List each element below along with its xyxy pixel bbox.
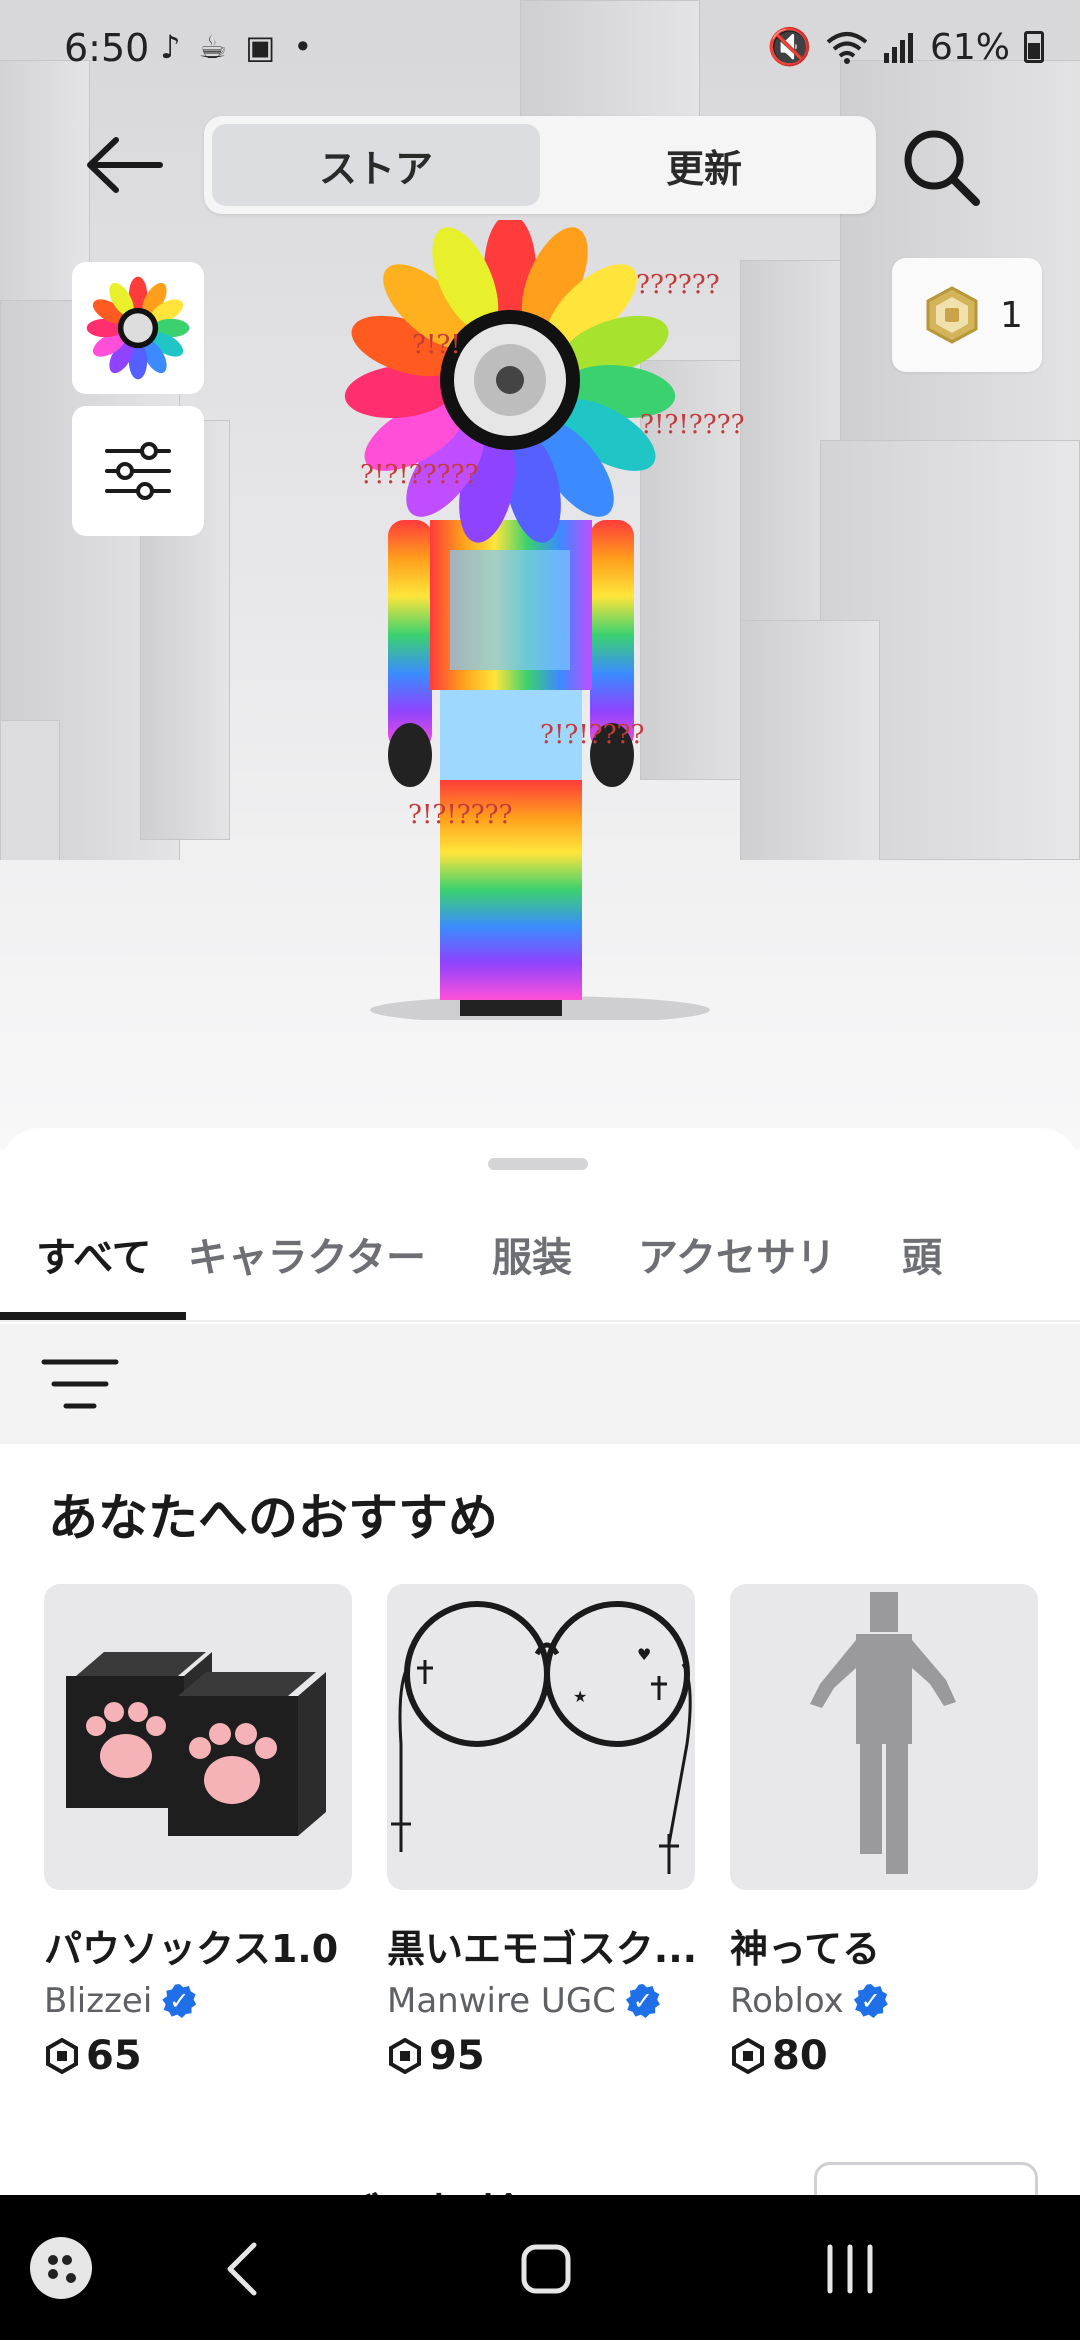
avatar-text-overlay: ?!?!????	[640, 410, 745, 440]
item-price: 80	[730, 2033, 1038, 2079]
avatar-text-overlay: ?!?!????	[540, 720, 645, 750]
tab-update[interactable]: 更新	[540, 124, 868, 206]
avatar-thumbnail-button[interactable]	[72, 262, 204, 394]
gamepad-icon	[48, 2255, 76, 2283]
tab-store[interactable]: ストア	[212, 124, 540, 206]
tab-accessories[interactable]: アクセサリ	[638, 1187, 836, 1321]
status-right: 🔇 61%	[767, 26, 1044, 68]
system-navigation-bar	[0, 2195, 1080, 2340]
nav-recents-icon[interactable]	[820, 2241, 880, 2297]
back-button[interactable]	[80, 130, 170, 200]
status-bar: 6:50 ♪ ☕ ▣ • 🔇 61%	[0, 0, 1080, 100]
price-value: 95	[429, 2033, 485, 2079]
item-name: 神ってる	[730, 1927, 881, 1971]
sort-button[interactable]	[40, 1352, 120, 1416]
paw-socks-image	[66, 1652, 326, 1836]
sort-lines-icon	[41, 1359, 119, 1409]
category-tabs: すべて キャラクター 服装 アクセサリ 頭	[0, 1188, 1080, 1322]
avatar-text-overlay: ?!?!?????	[360, 460, 479, 490]
wifi-icon	[826, 32, 868, 64]
sheet-drag-handle[interactable]	[488, 1158, 588, 1170]
item-card[interactable]: 神ってる Roblox ✓ 80	[730, 1584, 1038, 2079]
verified-badge-icon: ✓	[162, 1984, 197, 2018]
tab-character[interactable]: キャラクター	[188, 1187, 426, 1321]
dot-icon: •	[293, 28, 313, 66]
signal-icon	[883, 33, 913, 63]
item-creator[interactable]: Roblox ✓	[730, 1981, 1038, 2021]
avatar-settings-button[interactable]	[72, 406, 204, 536]
robux-count: 1	[1000, 294, 1023, 336]
mute-icon: 🔇	[767, 27, 812, 68]
svg-text:♥: ♥	[637, 1645, 651, 1664]
game-launcher-button[interactable]	[30, 2237, 92, 2299]
item-price: 95	[387, 2033, 695, 2079]
tab-head[interactable]: 頭	[902, 1187, 942, 1321]
price-value: 80	[772, 2033, 828, 2079]
item-creator[interactable]: Blizzei ✓	[44, 1981, 352, 2021]
battery-percent: 61%	[929, 26, 1010, 68]
robux-icon	[46, 2038, 78, 2074]
flower-head-thumbnail	[86, 276, 190, 380]
item-name: 黒いエモゴスク...	[387, 1927, 695, 1971]
active-tab-indicator	[0, 1312, 186, 1320]
item-thumbnail	[44, 1584, 352, 1890]
avatar-text-overlay: ?!?!	[412, 330, 461, 360]
item-card[interactable]: パウソックス1.0 Blizzei ✓ 65	[44, 1584, 352, 2079]
search-button[interactable]	[896, 122, 986, 212]
search-icon	[904, 130, 980, 206]
creator-name: Blizzei	[44, 1981, 153, 2021]
robux-icon	[732, 2038, 764, 2074]
creator-name: Manwire UGC	[387, 1981, 616, 2021]
avatar-text-overlay: ?!?!????	[408, 800, 513, 830]
see-all-button[interactable]	[814, 2162, 1038, 2195]
price-value: 65	[86, 2033, 142, 2079]
item-card[interactable]: ♥ ★ 黒いエモゴスク... Manwire UGC ✓ 95	[387, 1584, 695, 2079]
svg-text:★: ★	[573, 1687, 587, 1706]
goth-glasses-image: ♥ ★	[391, 1601, 692, 1874]
battery-icon	[1024, 31, 1044, 63]
store-update-toggle: ストア 更新	[204, 116, 876, 214]
robux-icon	[389, 2038, 421, 2074]
notification-icons: ♪ ☕ ▣ •	[160, 28, 312, 66]
tab-clothing[interactable]: 服装	[492, 1187, 572, 1321]
item-thumbnail: ♥ ★	[387, 1584, 695, 1890]
arrow-left-icon	[87, 137, 163, 193]
item-thumbnail	[730, 1584, 1038, 1890]
avatar-text-overlay: ??????	[636, 270, 720, 300]
gallery-icon: ▣	[245, 28, 276, 66]
verified-badge-icon: ✓	[625, 1984, 660, 2018]
nav-home-icon[interactable]	[520, 2241, 572, 2297]
cup-icon: ☕	[198, 28, 228, 66]
item-creator[interactable]: Manwire UGC ✓	[387, 1981, 695, 2021]
emote-figure-image	[810, 1592, 956, 1874]
sort-filter-bar	[0, 1324, 1080, 1444]
tab-all[interactable]: すべて	[36, 1187, 152, 1321]
section-title: あなたへのおすすめ	[48, 1489, 498, 1547]
status-time: 6:50	[64, 26, 150, 70]
nav-back-icon[interactable]	[222, 2241, 262, 2297]
robux-balance-button[interactable]: 1	[892, 258, 1042, 372]
creator-name: Roblox	[730, 1981, 844, 2021]
avatar-figure	[344, 220, 710, 1020]
tiktok-icon: ♪	[160, 28, 181, 66]
catalog-sheet: すべて キャラクター 服装 アクセサリ 頭 あなたへのおすすめ パウソックス1.…	[0, 1128, 1080, 2195]
background-block	[740, 620, 880, 880]
next-section-title: ティー・・・ブを探検する	[48, 2178, 621, 2195]
verified-badge-icon: ✓	[853, 1984, 888, 2018]
robux-icon	[926, 286, 978, 344]
sliders-icon	[105, 442, 171, 500]
item-price: 65	[44, 2033, 352, 2079]
item-name: パウソックス1.0	[44, 1927, 339, 1971]
